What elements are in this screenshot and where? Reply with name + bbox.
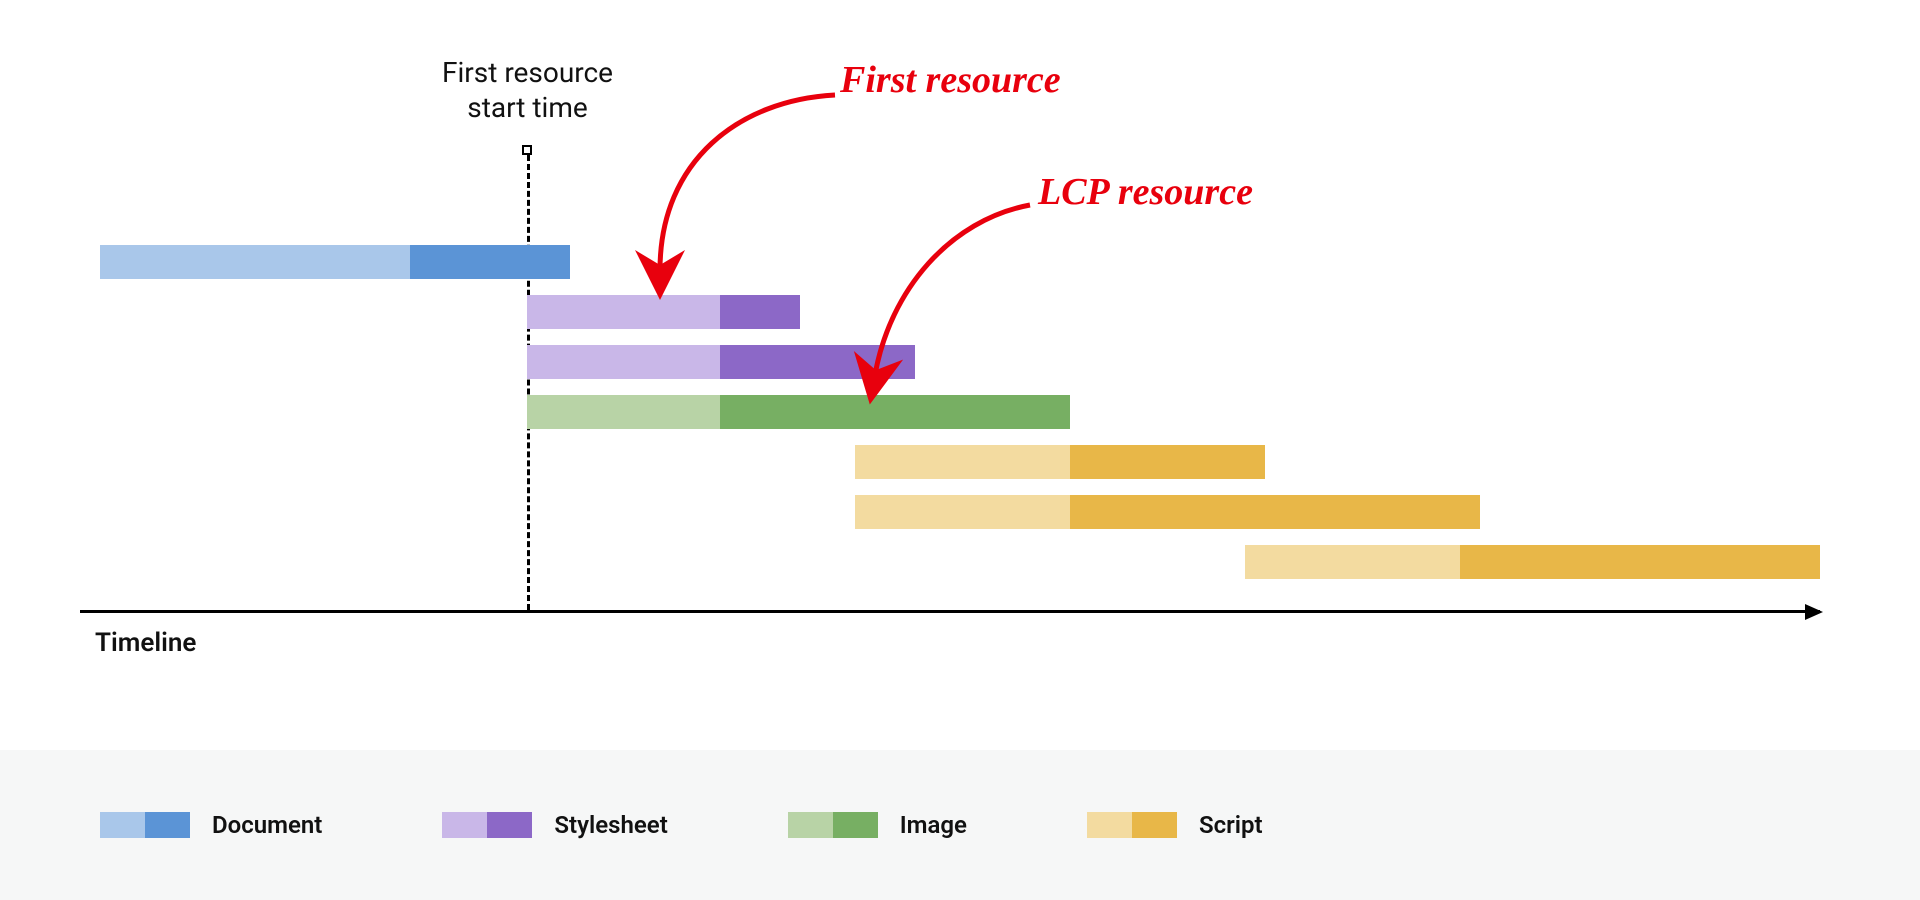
bar-download-segment bbox=[1070, 445, 1265, 479]
bar-queued-segment bbox=[527, 345, 720, 379]
legend-swatch-icon bbox=[1087, 812, 1177, 838]
legend-swatch-icon bbox=[788, 812, 878, 838]
waterfall-bar bbox=[100, 245, 570, 279]
bar-download-segment bbox=[1070, 495, 1480, 529]
legend-label: Script bbox=[1199, 811, 1263, 839]
legend-item: Image bbox=[788, 811, 967, 839]
legend-item: Script bbox=[1087, 811, 1263, 839]
waterfall-bar bbox=[855, 495, 1480, 529]
bar-queued-segment bbox=[527, 395, 720, 429]
marker-label: First resource start time bbox=[405, 55, 650, 125]
waterfall-bar bbox=[527, 295, 800, 329]
bar-queued-segment bbox=[855, 495, 1070, 529]
bar-download-segment bbox=[720, 345, 915, 379]
waterfall-bar bbox=[527, 395, 1070, 429]
legend: Document Stylesheet Image Script bbox=[0, 750, 1920, 900]
legend-swatch-icon bbox=[100, 812, 190, 838]
bar-download-segment bbox=[720, 395, 1070, 429]
legend-label: Stylesheet bbox=[554, 811, 667, 839]
bar-queued-segment bbox=[527, 295, 720, 329]
marker-cap-icon bbox=[522, 145, 532, 155]
bar-queued-segment bbox=[1245, 545, 1460, 579]
legend-swatch-icon bbox=[442, 812, 532, 838]
timeline-axis-label: Timeline bbox=[95, 628, 196, 658]
bar-queued-segment bbox=[855, 445, 1070, 479]
waterfall-bar bbox=[1245, 545, 1820, 579]
waterfall-bar bbox=[855, 445, 1265, 479]
legend-label: Image bbox=[900, 811, 967, 839]
legend-label: Document bbox=[212, 811, 322, 839]
chart-area: First resource start time First resource… bbox=[100, 70, 1820, 690]
legend-item: Document bbox=[100, 811, 322, 839]
annotation-lcp-resource: LCP resource bbox=[1038, 170, 1253, 214]
waterfall-diagram: First resource start time First resource… bbox=[0, 0, 1920, 900]
annotation-arrows-icon bbox=[100, 70, 1820, 690]
legend-item: Stylesheet bbox=[442, 811, 667, 839]
annotation-first-resource: First resource bbox=[840, 58, 1061, 102]
marker-line bbox=[527, 155, 530, 610]
bar-download-segment bbox=[1460, 545, 1820, 579]
waterfall-bar bbox=[527, 345, 915, 379]
bar-download-segment bbox=[720, 295, 800, 329]
timeline-axis bbox=[80, 610, 1820, 613]
bar-download-segment bbox=[410, 245, 570, 279]
bar-queued-segment bbox=[100, 245, 410, 279]
